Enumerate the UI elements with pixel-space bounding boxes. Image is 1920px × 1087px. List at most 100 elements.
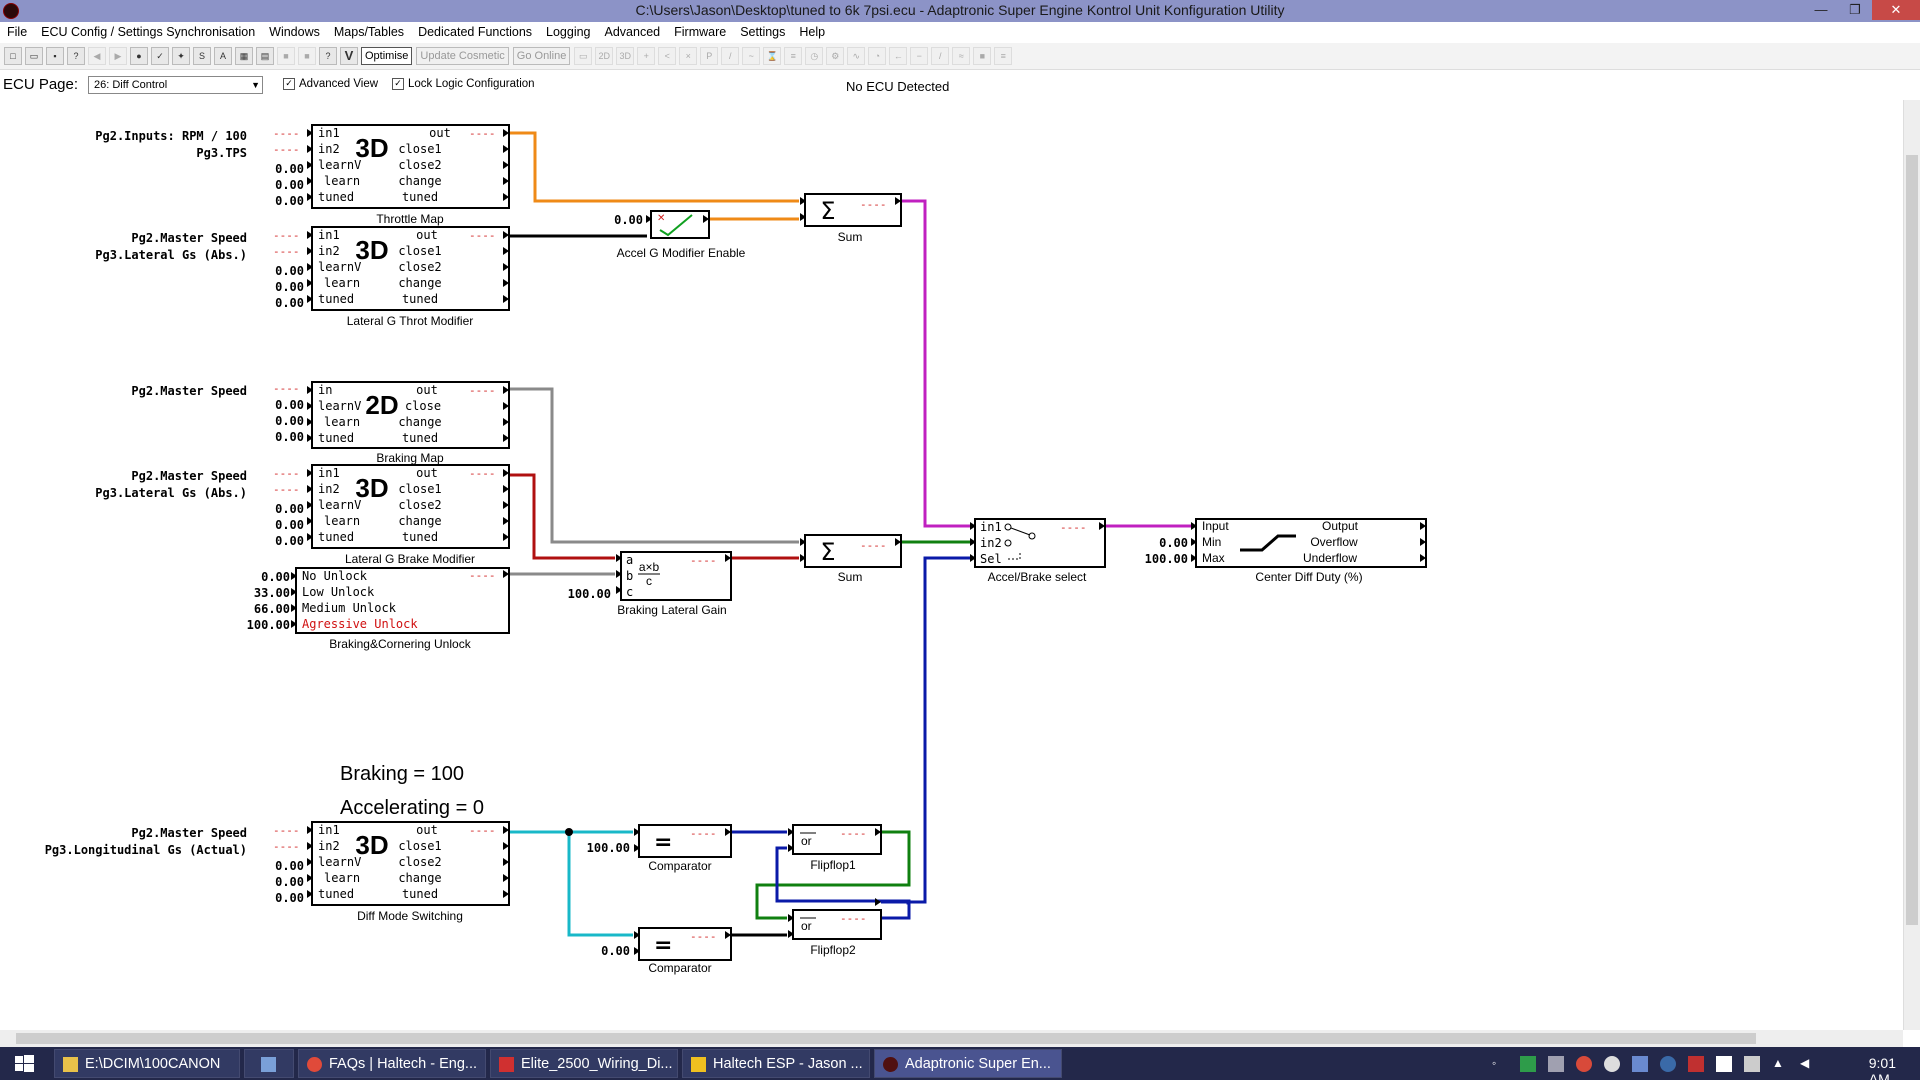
arrow-left-icon[interactable]: ←	[889, 47, 908, 65]
unlock-block[interactable]: 0.00 33.00 66.00 100.00 No Unlock Low Un…	[247, 567, 510, 651]
block-1d-icon[interactable]: ▭	[574, 47, 593, 65]
taskbar-item-explorer[interactable]: E:\DCIM\100CANON	[54, 1049, 240, 1078]
go-online-button[interactable]: Go Online	[512, 47, 571, 65]
menu-advanced[interactable]: Advanced	[598, 25, 668, 39]
less-than-icon[interactable]: <	[658, 47, 677, 65]
lateral-g-brake-block[interactable]: Pg2.Master Speed Pg3.Lateral Gs (Abs.) -…	[95, 464, 510, 566]
ecu-icon[interactable]: ●	[130, 47, 148, 65]
pid-icon[interactable]: P	[700, 47, 719, 65]
flipflop-block-1[interactable]: or ---- Flipflop1	[792, 824, 882, 872]
clock-icon[interactable]: ◔	[868, 47, 887, 65]
update-cosmetic-button[interactable]: Update Cosmetic	[416, 47, 509, 65]
value: 100.00	[568, 587, 611, 601]
menu-maps-tables[interactable]: Maps/Tables	[327, 25, 411, 39]
new-file-icon[interactable]: □	[4, 47, 22, 65]
open-folder-icon[interactable]: ▭	[25, 47, 43, 65]
block2-icon[interactable]: ■	[298, 47, 316, 65]
grid-icon[interactable]: ▤	[256, 47, 274, 65]
cloud-icon[interactable]	[1604, 1056, 1620, 1072]
page-selector-bar: ECU Page: 26: Diff Control ▼ ✓ Advanced …	[0, 71, 1920, 99]
taskbar-item-network[interactable]	[244, 1049, 294, 1078]
taskbar-item-pdf[interactable]: Elite_2500_Wiring_Di...	[490, 1049, 678, 1078]
checklist-icon[interactable]: ✓	[151, 47, 169, 65]
logic-diagram-canvas[interactable]: .mono{font-family:"DejaVu Sans Mono",mon…	[0, 100, 1903, 1030]
center-diff-duty-block[interactable]: 0.00 100.00 Input Min Max Output Overflo…	[1145, 518, 1427, 584]
tray-icon[interactable]	[1632, 1056, 1648, 1072]
diff-mode-block[interactable]: Pg2.Master Speed Pg3.Longitudinal Gs (Ac…	[45, 821, 510, 923]
list-icon[interactable]: ≡	[784, 47, 803, 65]
square-icon[interactable]: ■	[973, 47, 992, 65]
menu-ecu-config[interactable]: ECU Config / Settings Synchronisation	[34, 25, 262, 39]
minus-icon[interactable]: −	[910, 47, 929, 65]
signal-icon[interactable]: ≈	[952, 47, 971, 65]
minimize-button[interactable]: —	[1804, 0, 1838, 20]
dash: ----	[469, 569, 496, 582]
lines-icon[interactable]: ≡	[994, 47, 1013, 65]
vertical-scrollbar[interactable]	[1903, 100, 1920, 1030]
forward-icon[interactable]: ▶	[109, 47, 127, 65]
back-icon[interactable]: ◀	[88, 47, 106, 65]
optimise-button[interactable]: Optimise	[361, 47, 413, 65]
volume-icon[interactable]: ◀	[1800, 1056, 1816, 1072]
wizard-icon[interactable]: ✦	[172, 47, 190, 65]
steam-icon[interactable]	[1660, 1056, 1676, 1072]
ramp-icon[interactable]: /	[721, 47, 740, 65]
accel-brake-select-block[interactable]: in1 in2 Sel ---- Accel/Brake select	[974, 518, 1106, 584]
menu-dedicated-functions[interactable]: Dedicated Functions	[411, 25, 539, 39]
wifi-icon[interactable]: ▲	[1772, 1056, 1788, 1072]
horizontal-scrollbar[interactable]	[0, 1030, 1903, 1047]
table-icon[interactable]: ▦	[235, 47, 253, 65]
windows-icon[interactable]	[1716, 1056, 1732, 1072]
slope-icon[interactable]: /	[931, 47, 950, 65]
analyze-icon[interactable]: A	[214, 47, 232, 65]
scroll-thumb[interactable]	[16, 1033, 1756, 1044]
advanced-view-checkbox[interactable]: ✓ Advanced View	[283, 78, 378, 90]
braking-map-block[interactable]: Pg2.Master Speed ---- 0.00 0.00 0.00 in …	[131, 381, 510, 465]
query-icon[interactable]: ?	[319, 47, 337, 65]
chrome-icon[interactable]	[1576, 1056, 1592, 1072]
taskbar-item-chrome-faqs[interactable]: FAQs | Haltech - Eng...	[298, 1049, 486, 1078]
ecu-page-select[interactable]: 26: Diff Control ▼	[88, 76, 263, 94]
braking-gain-block[interactable]: a b c a×b c ---- 100.00 Braking Lateral …	[568, 551, 732, 617]
block-type: 2D	[365, 390, 398, 420]
menu-logging[interactable]: Logging	[539, 25, 598, 39]
menu-windows[interactable]: Windows	[262, 25, 327, 39]
tray-icon[interactable]: ◦	[1492, 1056, 1508, 1072]
throttle-map-block[interactable]: Pg2.Inputs: RPM / 100 Pg3.TPS ---- ---- …	[95, 124, 510, 226]
save-icon[interactable]: ▪	[46, 47, 64, 65]
taskbar-item-adaptronic[interactable]: Adaptronic Super En...	[874, 1049, 1062, 1078]
sim-icon[interactable]: S	[193, 47, 211, 65]
gear-icon[interactable]: ⚙	[826, 47, 845, 65]
wire-throttle-to-sum	[509, 131, 799, 203]
menu-firmware[interactable]: Firmware	[667, 25, 733, 39]
filter-icon[interactable]: ~	[742, 47, 761, 65]
wave-icon[interactable]: ∿	[847, 47, 866, 65]
menu-file[interactable]: File	[0, 25, 34, 39]
close-button[interactable]: ✕	[1872, 0, 1920, 20]
flipflop-block-2[interactable]: or ---- Flipflop2	[792, 909, 882, 957]
drive-icon[interactable]	[1520, 1056, 1536, 1072]
tray-icon[interactable]	[1548, 1056, 1564, 1072]
lock-logic-checkbox[interactable]: ✓ Lock Logic Configuration	[392, 78, 535, 90]
block-3d-icon[interactable]: 3D	[616, 47, 635, 65]
menu-help[interactable]: Help	[792, 25, 832, 39]
sum-block-1[interactable]: Σ ---- Sum	[804, 193, 902, 244]
clock[interactable]: 9:01 AM	[1869, 1055, 1896, 1087]
scroll-thumb[interactable]	[1906, 155, 1918, 925]
lateral-g-throt-block[interactable]: Pg2.Master Speed Pg3.Lateral Gs (Abs.) -…	[95, 226, 510, 328]
multiply-icon[interactable]: ×	[679, 47, 698, 65]
block-icon[interactable]: ■	[277, 47, 295, 65]
help-icon[interactable]: ?	[67, 47, 85, 65]
plus-icon[interactable]: +	[637, 47, 656, 65]
menu-settings[interactable]: Settings	[733, 25, 792, 39]
taskbar-item-haltech[interactable]: Haltech ESP - Jason ...	[682, 1049, 870, 1078]
start-button[interactable]	[0, 1047, 48, 1080]
maximize-button[interactable]: ❐	[1838, 0, 1872, 20]
verify-button[interactable]: V	[340, 47, 358, 65]
tray-icon[interactable]	[1688, 1056, 1704, 1072]
timer-icon[interactable]: ◷	[805, 47, 824, 65]
sum-block-2[interactable]: Σ ---- Sum	[804, 534, 902, 584]
battery-icon[interactable]	[1744, 1056, 1760, 1072]
block-2d-icon[interactable]: 2D	[595, 47, 614, 65]
delay-icon[interactable]: ⌛	[763, 47, 782, 65]
